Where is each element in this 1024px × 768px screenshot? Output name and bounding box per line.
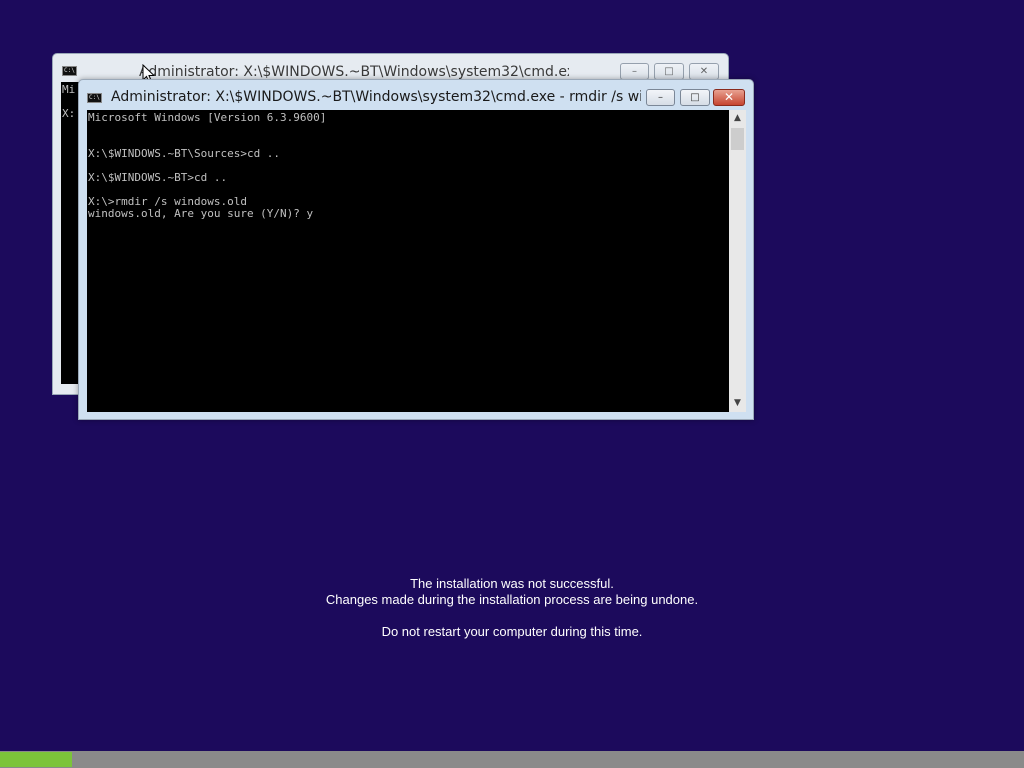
minimize-button[interactable]: – bbox=[620, 63, 649, 80]
vertical-scrollbar[interactable]: ▲ ▼ bbox=[729, 110, 746, 412]
close-icon: ✕ bbox=[699, 66, 709, 77]
maximize-icon: □ bbox=[664, 66, 674, 77]
progress-bar-fill bbox=[0, 752, 72, 767]
status-line-failed: The installation was not successful. bbox=[410, 576, 614, 591]
console-line: X: bbox=[62, 107, 76, 120]
status-spacer bbox=[0, 608, 1024, 624]
minimize-icon: – bbox=[658, 92, 663, 103]
close-button[interactable]: ✕ bbox=[713, 89, 745, 106]
scroll-thumb[interactable] bbox=[731, 128, 744, 150]
minimize-button[interactable]: – bbox=[646, 89, 675, 106]
cmd-icon[interactable]: C:\ bbox=[87, 93, 102, 103]
console-line: Mi bbox=[62, 83, 76, 96]
cmd-icon[interactable]: C:\ bbox=[62, 66, 77, 76]
close-button[interactable]: ✕ bbox=[689, 63, 719, 80]
setup-status-message: The installation was not successful. Cha… bbox=[0, 576, 1024, 640]
title-bar[interactable]: C:\ Administrator: X:\$WINDOWS.~BT\Windo… bbox=[79, 80, 753, 110]
status-line-undoing: Changes made during the installation pro… bbox=[325, 592, 699, 607]
maximize-icon: □ bbox=[690, 92, 700, 103]
scroll-down-arrow-icon[interactable]: ▼ bbox=[729, 395, 746, 412]
status-line-warning: Do not restart your computer during this… bbox=[381, 624, 643, 639]
progress-bar bbox=[0, 751, 1024, 768]
minimize-icon: – bbox=[632, 66, 637, 77]
cmd-window-active[interactable]: C:\ Administrator: X:\$WINDOWS.~BT\Windo… bbox=[78, 79, 754, 420]
maximize-button[interactable]: □ bbox=[680, 89, 710, 106]
console-output[interactable]: Microsoft Windows [Version 6.3.9600] X:\… bbox=[87, 110, 729, 412]
window-title: Administrator: X:\$WINDOWS.~BT\Windows\s… bbox=[111, 89, 641, 105]
maximize-button[interactable]: □ bbox=[654, 63, 684, 80]
console-text: Microsoft Windows [Version 6.3.9600] X:\… bbox=[88, 111, 327, 220]
window-title: Administrator: X:\$WINDOWS.~BT\Windows\s… bbox=[139, 64, 569, 80]
scroll-up-arrow-icon[interactable]: ▲ bbox=[729, 110, 746, 127]
close-icon: ✕ bbox=[723, 90, 735, 104]
